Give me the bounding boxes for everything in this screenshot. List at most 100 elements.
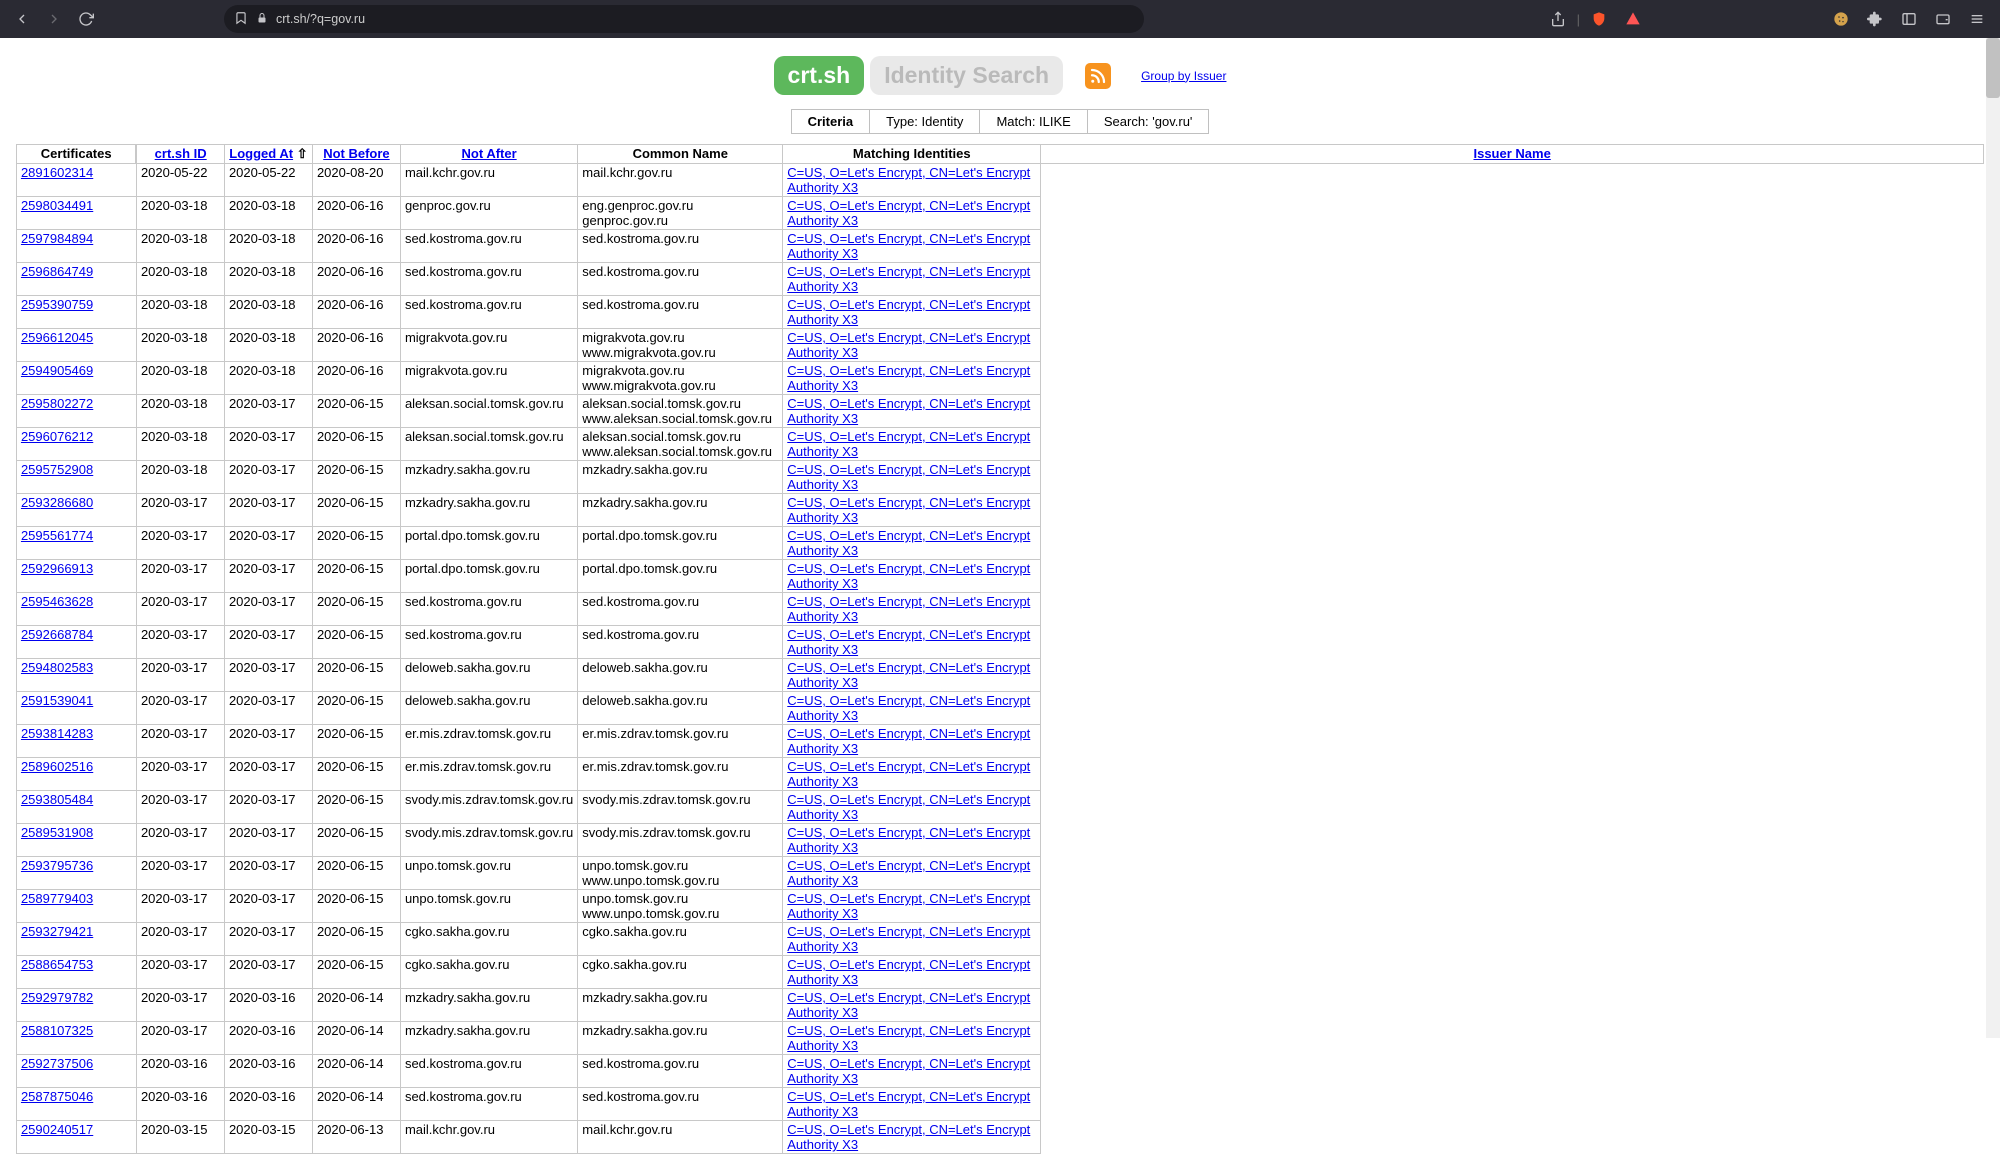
issuer-link[interactable]: C=US, O=Let's Encrypt, CN=Let's Encrypt … — [787, 198, 1030, 228]
issuer-link[interactable]: C=US, O=Let's Encrypt, CN=Let's Encrypt … — [787, 1023, 1030, 1053]
crtsh-id-link[interactable]: 2592737506 — [21, 1056, 93, 1071]
col-header-logged[interactable]: Logged At — [229, 146, 293, 161]
matching-identities-cell: migrakvota.gov.ruwww.migrakvota.gov.ru — [578, 329, 783, 362]
crtsh-id-link[interactable]: 2595390759 — [21, 297, 93, 312]
share-icon[interactable] — [1543, 5, 1573, 33]
crtsh-id-link[interactable]: 2587875046 — [21, 1089, 93, 1104]
not-before-cell: 2020-03-18 — [224, 263, 312, 296]
not-after-cell: 2020-06-15 — [312, 395, 400, 428]
crtsh-id-link[interactable]: 2590240517 — [21, 1122, 93, 1137]
crtsh-id-link[interactable]: 2596076212 — [21, 429, 93, 444]
crtsh-id-link[interactable]: 2592668784 — [21, 627, 93, 642]
crtsh-id-link[interactable]: 2595802272 — [21, 396, 93, 411]
crtsh-id-link[interactable]: 2595463628 — [21, 594, 93, 609]
common-name-cell: cgko.sakha.gov.ru — [400, 923, 577, 956]
col-header-cn: Common Name — [578, 145, 783, 164]
issuer-link[interactable]: C=US, O=Let's Encrypt, CN=Let's Encrypt … — [787, 759, 1030, 789]
issuer-link[interactable]: C=US, O=Let's Encrypt, CN=Let's Encrypt … — [787, 693, 1030, 723]
scrollbar[interactable] — [1986, 38, 2000, 1038]
address-bar[interactable]: crt.sh/?q=gov.ru — [224, 5, 1144, 33]
col-header-not-before[interactable]: Not Before — [323, 146, 389, 161]
crtsh-id-link[interactable]: 2595752908 — [21, 462, 93, 477]
col-header-issuer[interactable]: Issuer Name — [1473, 146, 1550, 161]
logo-crtsh[interactable]: crt.sh — [774, 56, 865, 95]
crtsh-id-link[interactable]: 2596864749 — [21, 264, 93, 279]
common-name-cell: sed.kostroma.gov.ru — [400, 230, 577, 263]
reload-button[interactable] — [72, 5, 100, 33]
col-header-id[interactable]: crt.sh ID — [155, 146, 207, 161]
crtsh-id-link[interactable]: 2596612045 — [21, 330, 93, 345]
crtsh-id-link[interactable]: 2594802583 — [21, 660, 93, 675]
issuer-link[interactable]: C=US, O=Let's Encrypt, CN=Let's Encrypt … — [787, 264, 1030, 294]
logged-at-cell: 2020-03-17 — [136, 692, 224, 725]
not-after-cell: 2020-06-16 — [312, 329, 400, 362]
crtsh-id-link[interactable]: 2592966913 — [21, 561, 93, 576]
crtsh-id-link[interactable]: 2593814283 — [21, 726, 93, 741]
issuer-link[interactable]: C=US, O=Let's Encrypt, CN=Let's Encrypt … — [787, 297, 1030, 327]
crtsh-id-link[interactable]: 2589779403 — [21, 891, 93, 906]
issuer-link[interactable]: C=US, O=Let's Encrypt, CN=Let's Encrypt … — [787, 990, 1030, 1020]
logged-at-cell: 2020-03-16 — [136, 1055, 224, 1088]
menu-icon[interactable] — [1962, 5, 1992, 33]
scrollbar-thumb[interactable] — [1986, 38, 2000, 98]
crtsh-id-link[interactable]: 2589531908 — [21, 825, 93, 840]
cookie-icon[interactable] — [1826, 5, 1856, 33]
issuer-link[interactable]: C=US, O=Let's Encrypt, CN=Let's Encrypt … — [787, 594, 1030, 624]
brave-shield-icon[interactable] — [1584, 5, 1614, 33]
issuer-link[interactable]: C=US, O=Let's Encrypt, CN=Let's Encrypt … — [787, 231, 1030, 261]
brave-warning-icon[interactable] — [1618, 5, 1648, 33]
crtsh-id-link[interactable]: 2589602516 — [21, 759, 93, 774]
bookmark-icon[interactable] — [234, 11, 248, 28]
rss-icon[interactable] — [1085, 63, 1111, 89]
issuer-link[interactable]: C=US, O=Let's Encrypt, CN=Let's Encrypt … — [787, 528, 1030, 558]
crtsh-id-link[interactable]: 2598034491 — [21, 198, 93, 213]
issuer-link[interactable]: C=US, O=Let's Encrypt, CN=Let's Encrypt … — [787, 1089, 1030, 1119]
crtsh-id-link[interactable]: 2597984894 — [21, 231, 93, 246]
not-before-cell: 2020-03-17 — [224, 593, 312, 626]
issuer-link[interactable]: C=US, O=Let's Encrypt, CN=Let's Encrypt … — [787, 891, 1030, 921]
crtsh-id-link[interactable]: 2595561774 — [21, 528, 93, 543]
issuer-link[interactable]: C=US, O=Let's Encrypt, CN=Let's Encrypt … — [787, 363, 1030, 393]
crtsh-id-link[interactable]: 2593795736 — [21, 858, 93, 873]
issuer-link[interactable]: C=US, O=Let's Encrypt, CN=Let's Encrypt … — [787, 660, 1030, 690]
issuer-link[interactable]: C=US, O=Let's Encrypt, CN=Let's Encrypt … — [787, 330, 1030, 360]
col-header-not-after[interactable]: Not After — [462, 146, 517, 161]
issuer-link[interactable]: C=US, O=Let's Encrypt, CN=Let's Encrypt … — [787, 561, 1030, 591]
issuer-link[interactable]: C=US, O=Let's Encrypt, CN=Let's Encrypt … — [787, 957, 1030, 987]
issuer-link[interactable]: C=US, O=Let's Encrypt, CN=Let's Encrypt … — [787, 627, 1030, 657]
not-before-cell: 2020-03-18 — [224, 197, 312, 230]
issuer-link[interactable]: C=US, O=Let's Encrypt, CN=Let's Encrypt … — [787, 495, 1030, 525]
crtsh-id-link[interactable]: 2588107325 — [21, 1023, 93, 1038]
not-before-cell: 2020-03-16 — [224, 1088, 312, 1121]
not-before-cell: 2020-03-17 — [224, 791, 312, 824]
crtsh-id-link[interactable]: 2593805484 — [21, 792, 93, 807]
issuer-link[interactable]: C=US, O=Let's Encrypt, CN=Let's Encrypt … — [787, 1122, 1030, 1152]
logged-at-cell: 2020-03-18 — [136, 263, 224, 296]
crtsh-id-link[interactable]: 2592979782 — [21, 990, 93, 1005]
issuer-link[interactable]: C=US, O=Let's Encrypt, CN=Let's Encrypt … — [787, 165, 1030, 195]
sidebar-icon[interactable] — [1894, 5, 1924, 33]
issuer-link[interactable]: C=US, O=Let's Encrypt, CN=Let's Encrypt … — [787, 429, 1030, 459]
issuer-link[interactable]: C=US, O=Let's Encrypt, CN=Let's Encrypt … — [787, 792, 1030, 822]
issuer-link[interactable]: C=US, O=Let's Encrypt, CN=Let's Encrypt … — [787, 726, 1030, 756]
extensions-icon[interactable] — [1860, 5, 1890, 33]
issuer-link[interactable]: C=US, O=Let's Encrypt, CN=Let's Encrypt … — [787, 1056, 1030, 1086]
crtsh-id-link[interactable]: 2591539041 — [21, 693, 93, 708]
issuer-link[interactable]: C=US, O=Let's Encrypt, CN=Let's Encrypt … — [787, 462, 1030, 492]
not-before-cell: 2020-03-17 — [224, 923, 312, 956]
common-name-cell: sed.kostroma.gov.ru — [400, 263, 577, 296]
back-button[interactable] — [8, 5, 36, 33]
wallet-icon[interactable] — [1928, 5, 1958, 33]
crtsh-id-link[interactable]: 2891602314 — [21, 165, 93, 180]
issuer-link[interactable]: C=US, O=Let's Encrypt, CN=Let's Encrypt … — [787, 858, 1030, 888]
issuer-link[interactable]: C=US, O=Let's Encrypt, CN=Let's Encrypt … — [787, 396, 1030, 426]
table-row: 25929669132020-03-172020-03-172020-06-15… — [16, 560, 1983, 593]
issuer-link[interactable]: C=US, O=Let's Encrypt, CN=Let's Encrypt … — [787, 825, 1030, 855]
crtsh-id-link[interactable]: 2593286680 — [21, 495, 93, 510]
crtsh-id-link[interactable]: 2594905469 — [21, 363, 93, 378]
crtsh-id-link[interactable]: 2593279421 — [21, 924, 93, 939]
forward-button[interactable] — [40, 5, 68, 33]
group-by-issuer-link[interactable]: Group by Issuer — [1141, 69, 1226, 83]
issuer-link[interactable]: C=US, O=Let's Encrypt, CN=Let's Encrypt … — [787, 924, 1030, 954]
crtsh-id-link[interactable]: 2588654753 — [21, 957, 93, 972]
